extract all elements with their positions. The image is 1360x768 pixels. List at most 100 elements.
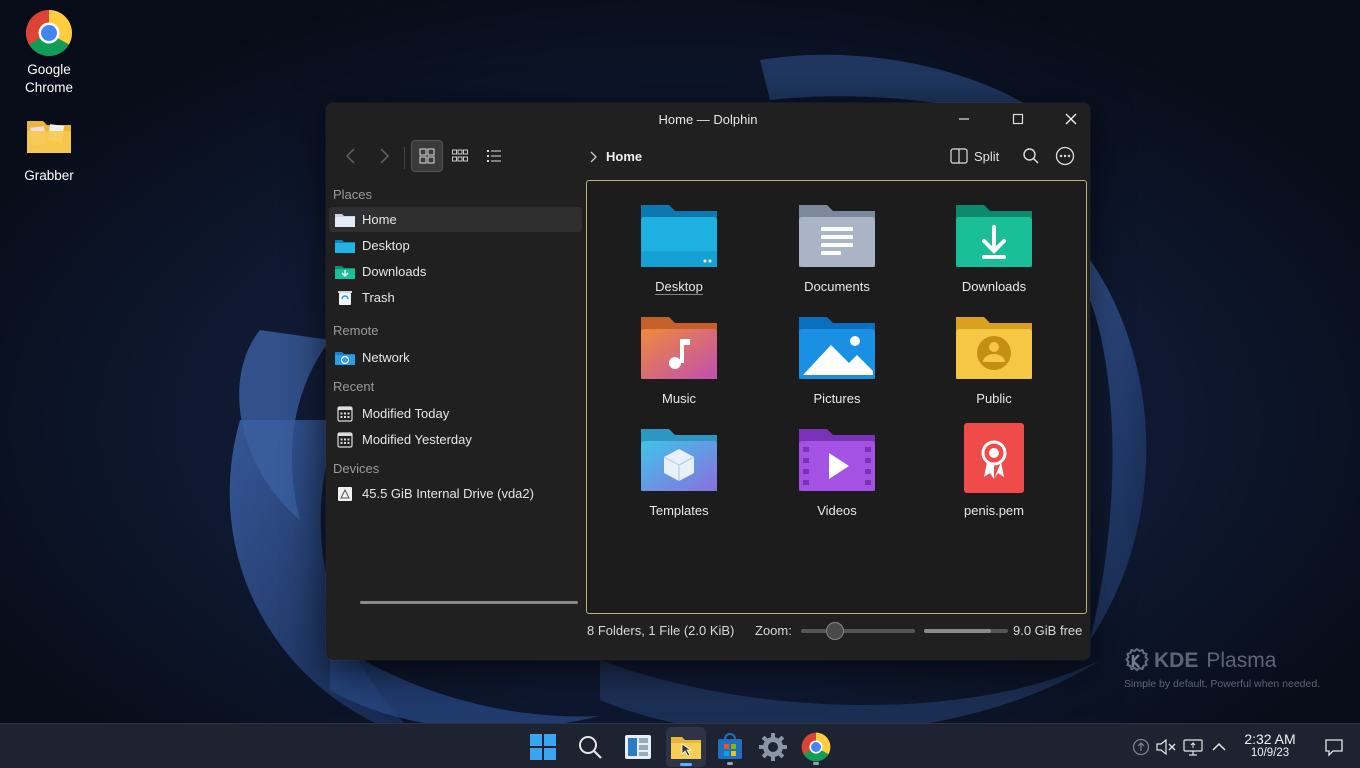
file-item-label: Desktop: [655, 279, 703, 294]
file-item-videos[interactable]: Videos: [767, 423, 907, 518]
details-view-button[interactable]: [478, 140, 510, 172]
minimize-button[interactable]: [951, 107, 977, 131]
sidebar-item-internal-drive[interactable]: 45.5 GiB Internal Drive (vda2): [329, 481, 582, 506]
maximize-icon: [1012, 113, 1024, 125]
sidebar-item-home[interactable]: Home: [329, 207, 582, 232]
start-icon: [530, 734, 556, 760]
update-arrow-icon: [1132, 738, 1150, 756]
maximize-button[interactable]: [1005, 107, 1031, 131]
file-item-label: Videos: [817, 503, 857, 518]
tray-display[interactable]: [1182, 736, 1204, 758]
file-item-templates[interactable]: Templates: [609, 423, 749, 518]
forward-button[interactable]: [368, 140, 400, 172]
sidebar-item-trash[interactable]: Trash: [329, 285, 582, 310]
folder-icon: [25, 115, 73, 163]
taskbar-file-manager[interactable]: [666, 727, 706, 767]
close-button[interactable]: [1058, 107, 1084, 131]
desktop-icon-chrome[interactable]: Google Chrome: [6, 9, 92, 97]
file-item-music[interactable]: Music: [609, 311, 749, 406]
more-menu-button[interactable]: [1049, 140, 1081, 172]
desktop-icon-label: Grabber: [24, 168, 74, 183]
clock-date: 10/9/23: [1250, 747, 1290, 759]
sidebar-item-label: Modified Today: [362, 406, 450, 421]
templates-folder-icon: [639, 423, 719, 493]
certificate-file-icon: [954, 423, 1034, 493]
split-button[interactable]: Split: [950, 141, 999, 171]
taskbar-settings[interactable]: [753, 727, 793, 767]
free-space-bar: [924, 629, 1008, 633]
taskbar-search-button[interactable]: [570, 727, 610, 767]
sidebar-item-label: Trash: [362, 290, 395, 305]
file-item-penis-pem[interactable]: penis.pem: [924, 423, 1064, 518]
widgets-icon: [625, 735, 651, 759]
sidebar-item-label: Modified Yesterday: [362, 432, 472, 447]
taskbar-store[interactable]: [710, 727, 750, 767]
file-item-label: Templates: [649, 503, 709, 518]
running-app-indicator: [727, 762, 733, 765]
icons-view-button[interactable]: [411, 140, 443, 172]
start-button[interactable]: [523, 727, 563, 767]
desktop-folder-icon: [335, 238, 355, 254]
forward-arrow-icon: [380, 148, 389, 164]
file-manager-icon: [671, 737, 701, 759]
sidebar-item-label: 45.5 GiB Internal Drive (vda2): [362, 486, 534, 501]
file-item-desktop[interactable]: Desktop: [609, 199, 749, 294]
file-view[interactable]: Desktop Documents Downloads Music Pictur…: [586, 180, 1087, 614]
public-folder-icon: [954, 311, 1034, 381]
downloads-folder-icon: [954, 199, 1034, 269]
kde-plasma-watermark: KDE Plasma Simple by default, Powerful wh…: [1122, 646, 1342, 690]
taskbar: 2:32 AM 10/9/23: [0, 723, 1360, 768]
zoom-slider-handle[interactable]: [826, 622, 845, 640]
back-arrow-icon: [346, 148, 355, 164]
tray-updates[interactable]: [1130, 736, 1152, 758]
sidebar-item-modified-today[interactable]: Modified Today: [329, 401, 582, 426]
free-space-fill: [924, 629, 992, 633]
sidebar-item-downloads[interactable]: Downloads: [329, 259, 582, 284]
settings-icon: [759, 733, 787, 761]
tray-expand[interactable]: [1208, 736, 1230, 758]
zoom-slider[interactable]: [801, 629, 915, 633]
watermark-plasma: Plasma: [1206, 649, 1277, 672]
file-item-label: Public: [976, 391, 1012, 406]
compact-view-button[interactable]: [444, 140, 476, 172]
desktop-icon-grabber[interactable]: Grabber: [6, 115, 92, 185]
taskbar-clock[interactable]: 2:32 AM 10/9/23: [1236, 732, 1304, 760]
zoom-label: Zoom:: [755, 623, 792, 638]
file-item-documents[interactable]: Documents: [767, 199, 907, 294]
calendar-icon: [335, 405, 355, 422]
free-space-label: 9.0 GiB free: [1013, 623, 1083, 638]
trash-icon: [335, 290, 355, 306]
store-icon: [718, 733, 742, 759]
file-item-label: Music: [662, 391, 696, 406]
dolphin-window: Home — Dolphin Home Split Places Home De…: [326, 103, 1090, 660]
file-item-downloads[interactable]: Downloads: [924, 199, 1064, 294]
watermark-tagline: Simple by default, Powerful when needed.: [1124, 678, 1321, 690]
tray-notifications[interactable]: [1323, 736, 1345, 758]
drive-icon: [335, 486, 355, 502]
pictures-folder-icon: [797, 311, 877, 381]
breadcrumb-home[interactable]: Home: [606, 149, 642, 164]
chrome-icon: [801, 732, 831, 762]
back-button[interactable]: [335, 140, 367, 172]
split-label: Split: [974, 148, 1000, 164]
breadcrumb-chevron-icon: [590, 151, 597, 163]
file-item-public[interactable]: Public: [924, 311, 1064, 406]
section-remote: Remote: [333, 323, 379, 338]
sidebar-item-modified-yesterday[interactable]: Modified Yesterday: [329, 427, 582, 452]
search-icon: [579, 736, 602, 759]
title-bar[interactable]: Home — Dolphin: [326, 103, 1090, 135]
toolbar-separator: [404, 147, 405, 169]
grid-small-icon: [452, 149, 468, 162]
sidebar-item-desktop[interactable]: Desktop: [329, 233, 582, 258]
music-folder-icon: [639, 311, 719, 381]
toolbar: Home Split: [326, 139, 1090, 179]
section-recent: Recent: [333, 379, 375, 394]
sidebar-item-label: Home: [362, 212, 397, 227]
sidebar-item-network[interactable]: Network: [329, 345, 582, 370]
widgets-button[interactable]: [618, 727, 658, 767]
status-summary: 8 Folders, 1 File (2.0 KiB): [587, 623, 735, 638]
tray-volume[interactable]: [1155, 736, 1177, 758]
search-button[interactable]: [1015, 140, 1047, 172]
file-item-pictures[interactable]: Pictures: [767, 311, 907, 406]
taskbar-chrome[interactable]: [796, 727, 836, 767]
